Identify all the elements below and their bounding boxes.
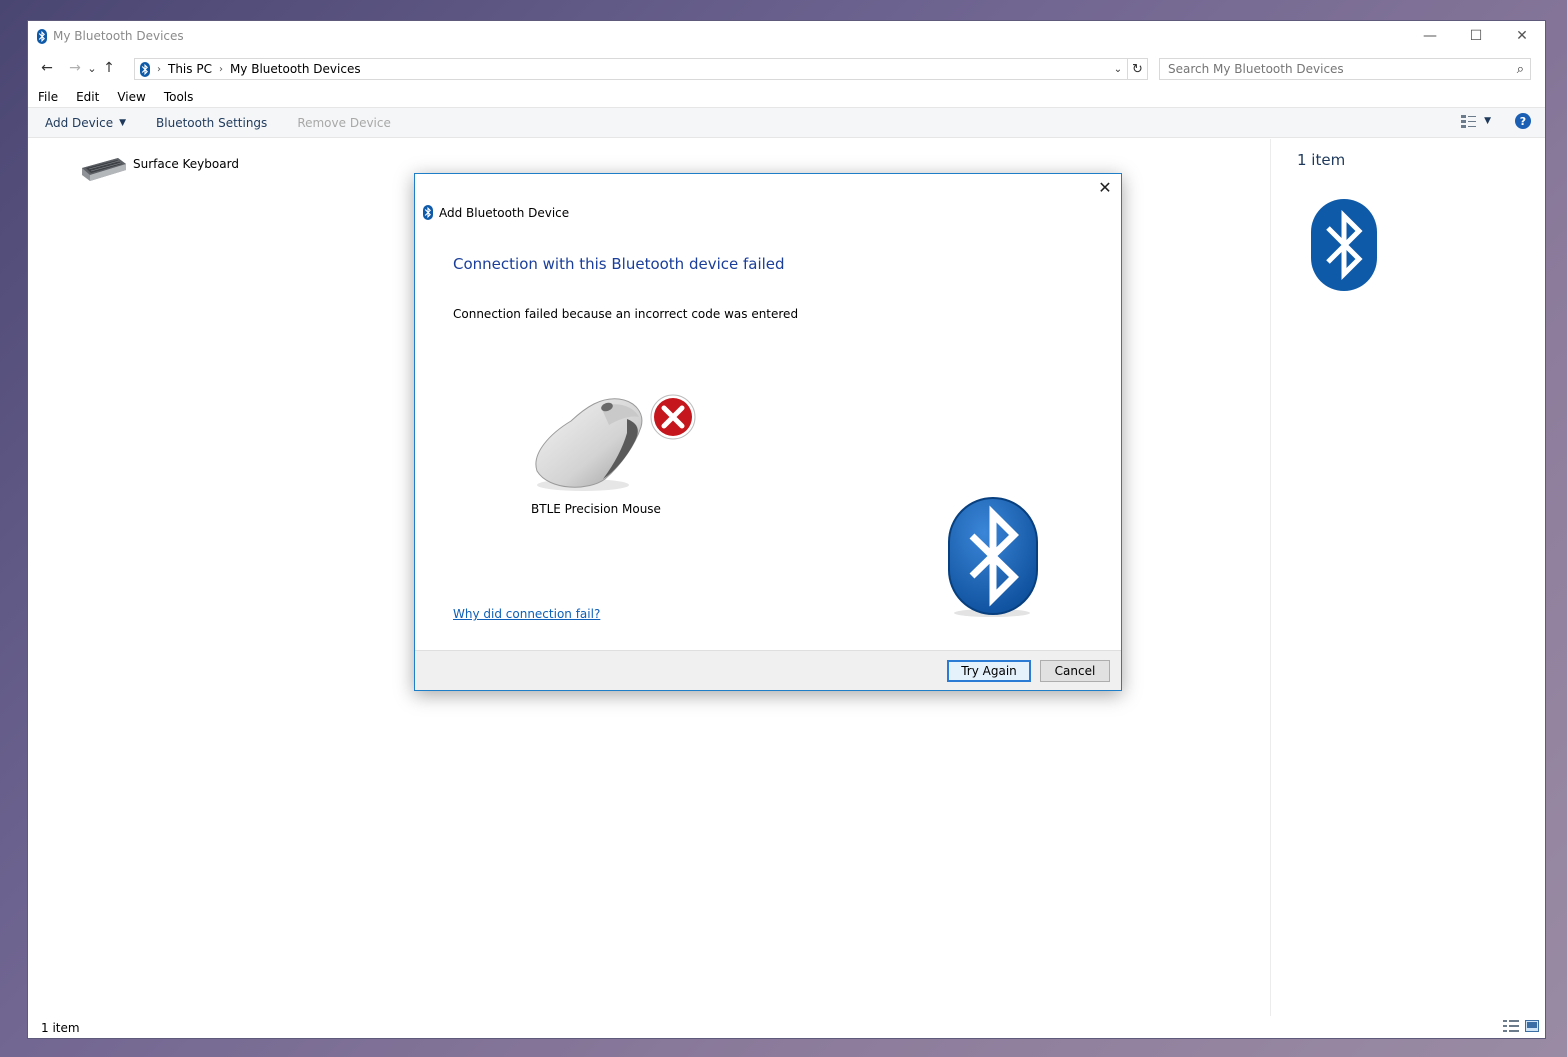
- menu-file[interactable]: File: [28, 90, 67, 104]
- search-input[interactable]: [1168, 62, 1498, 76]
- device-item-surface-keyboard[interactable]: Surface Keyboard: [80, 154, 239, 184]
- cancel-button[interactable]: Cancel: [1040, 660, 1110, 682]
- minimize-button[interactable]: —: [1407, 21, 1453, 51]
- menu-tools[interactable]: Tools: [155, 90, 203, 104]
- details-item-count: 1 item: [1297, 151, 1346, 169]
- maximize-button[interactable]: ☐: [1453, 21, 1499, 51]
- search-box[interactable]: ⌕: [1159, 58, 1531, 80]
- status-bar: 1 item: [28, 1018, 1545, 1038]
- dialog-footer: Try Again Cancel: [415, 650, 1121, 690]
- status-item-count: 1 item: [41, 1021, 80, 1035]
- dialog-message: Connection failed because an incorrect c…: [453, 307, 799, 321]
- breadcrumb-separator: ›: [157, 63, 161, 75]
- details-view-icon[interactable]: [1503, 1020, 1519, 1032]
- bluetooth-icon: [1311, 199, 1377, 291]
- menu-view[interactable]: View: [108, 90, 154, 104]
- breadcrumb-separator: ›: [218, 63, 223, 75]
- bluetooth-icon: [37, 28, 47, 44]
- address-dropdown-button[interactable]: ⌄: [1111, 59, 1125, 79]
- up-button[interactable]: ↑: [98, 57, 120, 79]
- view-options-dropdown-icon[interactable]: ▼: [1484, 116, 1491, 126]
- search-icon[interactable]: ⌕: [1517, 62, 1524, 77]
- try-again-button[interactable]: Try Again: [947, 660, 1031, 682]
- dialog-title: Add Bluetooth Device: [439, 205, 570, 220]
- bluetooth-icon: [140, 61, 150, 77]
- help-icon[interactable]: ?: [1515, 113, 1531, 129]
- address-bar[interactable]: › This PC › My Bluetooth Devices ⌄ ↻: [134, 58, 1148, 80]
- add-bluetooth-device-dialog: ✕ Add Bluetooth Device Connection with t…: [414, 173, 1122, 691]
- recent-locations-button[interactable]: ⌄: [86, 57, 98, 79]
- menu-edit[interactable]: Edit: [67, 90, 108, 104]
- bluetooth-icon: [423, 205, 433, 220]
- remove-device-button[interactable]: Remove Device: [282, 116, 406, 130]
- device-name: Surface Keyboard: [133, 157, 239, 171]
- add-device-button[interactable]: Add Device ▼: [28, 116, 141, 130]
- chevron-down-icon: ▼: [119, 117, 127, 128]
- device-name-label: BTLE Precision Mouse: [531, 502, 661, 516]
- change-view-icon[interactable]: [1460, 113, 1478, 129]
- breadcrumb-my-bluetooth-devices[interactable]: My Bluetooth Devices: [230, 62, 361, 76]
- back-button[interactable]: ←: [36, 57, 58, 79]
- dialog-heading: Connection with this Bluetooth device fa…: [453, 255, 785, 273]
- close-window-button[interactable]: ✕: [1499, 21, 1545, 51]
- add-device-label: Add Device: [45, 115, 114, 130]
- dialog-title-bar: Add Bluetooth Device: [423, 205, 569, 220]
- large-icons-view-icon[interactable]: [1525, 1020, 1539, 1032]
- forward-button[interactable]: →: [64, 57, 86, 79]
- mouse-device-graphic: [531, 393, 701, 496]
- details-pane: 1 item: [1270, 139, 1546, 1016]
- dialog-close-button[interactable]: ✕: [1095, 178, 1115, 197]
- keyboard-icon: [82, 158, 126, 181]
- bluetooth-settings-button[interactable]: Bluetooth Settings: [141, 116, 282, 130]
- mouse-icon: [535, 394, 696, 491]
- menu-bar: File Edit View Tools: [28, 87, 202, 107]
- title-bar: My Bluetooth Devices — ☐ ✕: [28, 21, 1545, 51]
- window-title: My Bluetooth Devices: [53, 29, 184, 43]
- breadcrumb-this-pc[interactable]: This PC: [168, 62, 212, 76]
- why-connection-failed-link[interactable]: Why did connection fail?: [453, 607, 600, 621]
- bluetooth-icon: [948, 497, 1038, 617]
- refresh-button[interactable]: ↻: [1127, 59, 1147, 79]
- command-bar: Add Device ▼ Bluetooth Settings Remove D…: [28, 107, 1545, 138]
